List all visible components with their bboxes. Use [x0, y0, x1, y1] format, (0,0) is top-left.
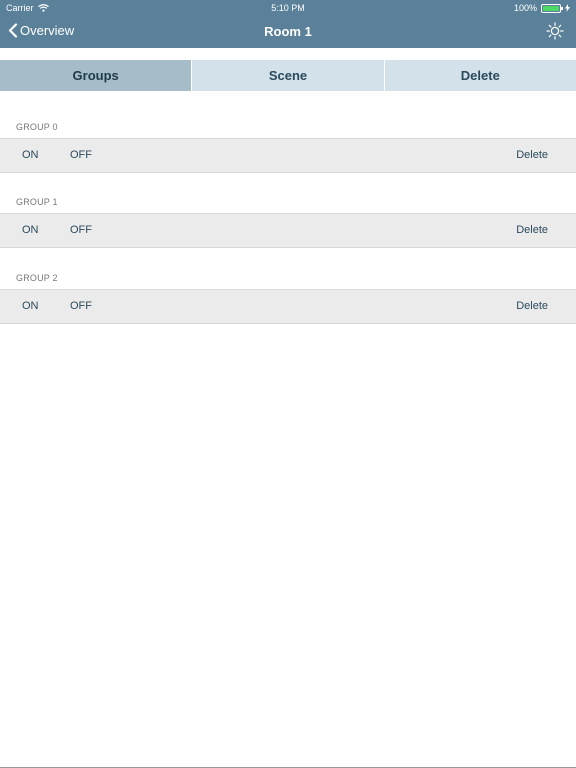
- delete-button[interactable]: Delete: [516, 300, 548, 312]
- off-button[interactable]: OFF: [70, 300, 92, 312]
- tab-scene[interactable]: Scene: [191, 60, 383, 91]
- status-bar: Carrier 5:10 PM 100%: [0, 0, 576, 16]
- group-header: GROUP 2: [16, 273, 58, 283]
- group-header: GROUP 0: [16, 122, 58, 132]
- tab-delete[interactable]: Delete: [383, 60, 576, 91]
- segmented-control: Groups Scene Delete: [0, 60, 576, 91]
- on-button[interactable]: ON: [22, 224, 39, 236]
- back-label: Overview: [20, 23, 75, 38]
- delete-button[interactable]: Delete: [516, 224, 548, 236]
- delete-button[interactable]: Delete: [516, 149, 548, 161]
- bolt-icon: [565, 4, 570, 12]
- battery-fill: [543, 5, 559, 11]
- on-button[interactable]: ON: [22, 149, 39, 161]
- group-row: ON OFF Delete: [0, 213, 576, 248]
- off-button[interactable]: OFF: [70, 224, 92, 236]
- page-title: Room 1: [264, 24, 312, 39]
- on-button[interactable]: ON: [22, 300, 39, 312]
- chevron-left-icon: [8, 23, 18, 38]
- battery-icon: [541, 3, 563, 13]
- status-time: 5:10 PM: [271, 3, 305, 13]
- battery-status: 100%: [514, 3, 570, 13]
- tab-groups[interactable]: Groups: [0, 60, 192, 91]
- group-row: ON OFF Delete: [0, 289, 576, 324]
- battery-percent: 100%: [513, 3, 537, 13]
- group-row: ON OFF Delete: [0, 138, 576, 173]
- brightness-icon[interactable]: [546, 22, 564, 40]
- back-button[interactable]: Overview: [8, 23, 74, 38]
- navigation-bar: Overview Room 1: [0, 16, 576, 48]
- group-header: GROUP 1: [16, 197, 58, 207]
- off-button[interactable]: OFF: [70, 149, 92, 161]
